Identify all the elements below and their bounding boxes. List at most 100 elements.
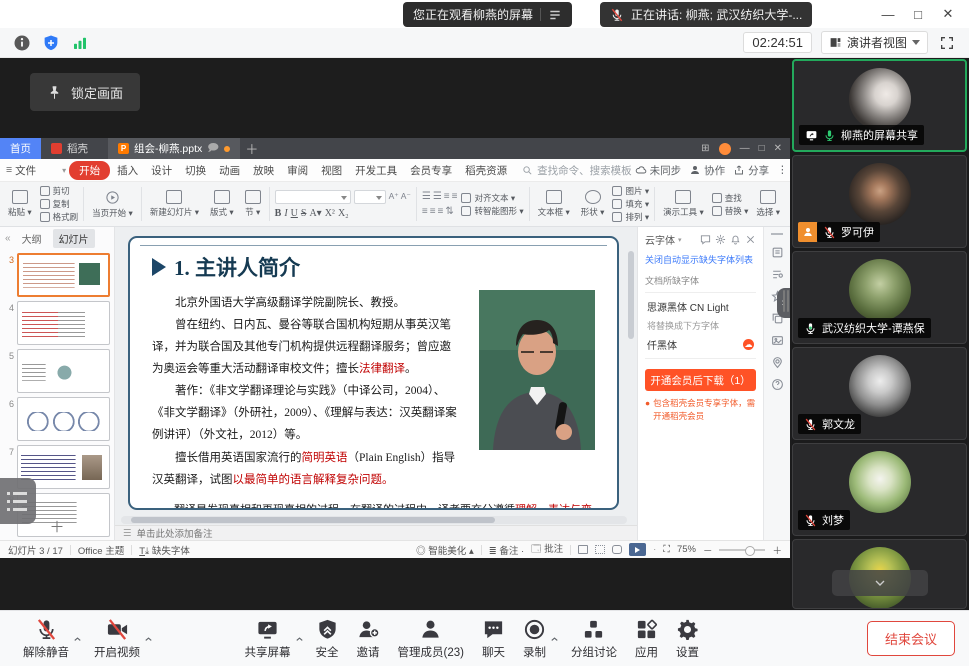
scroll-more-button[interactable] xyxy=(832,570,928,596)
format-painter-button[interactable]: 格式刷 xyxy=(40,211,79,223)
vertical-scrollbar[interactable] xyxy=(628,251,634,339)
line-spacing-icon[interactable]: ⇅ xyxy=(445,206,452,217)
toolbar-cam-muted-button[interactable]: 开启视频 xyxy=(85,618,149,660)
help-icon[interactable] xyxy=(771,378,784,391)
collab-button[interactable]: 协作 xyxy=(689,163,725,178)
wps-account-avatar[interactable] xyxy=(719,143,731,155)
sorter-view-icon[interactable] xyxy=(595,545,605,554)
textbox-button[interactable]: 文本框 ▾ xyxy=(535,190,573,218)
caret-up-icon[interactable] xyxy=(72,632,83,645)
notes-toggle[interactable]: ≣ 备注 · xyxy=(489,543,524,557)
caret-up-icon[interactable] xyxy=(549,632,560,645)
wps-tab-document[interactable]: P 组会-柳燕.pptx 🗩 xyxy=(108,138,240,159)
zoom-in-button[interactable]: ＋ xyxy=(772,543,782,557)
normal-view-icon[interactable] xyxy=(578,545,588,554)
section-button[interactable]: 节 ▾ xyxy=(242,190,264,218)
toolbar-apps-button[interactable]: 应用 xyxy=(626,618,667,660)
fill-button[interactable]: 填充 ▾ xyxy=(612,198,649,210)
caret-up-icon[interactable] xyxy=(143,632,154,645)
ribbon-tab-0[interactable]: 开始 xyxy=(69,161,110,180)
theme-name[interactable]: Office 主题 xyxy=(78,543,124,557)
toolbar-shield-button[interactable]: 安全 xyxy=(307,618,348,660)
view-mode-select[interactable]: 演讲者视图 xyxy=(821,31,928,54)
zoom-out-button[interactable]: － xyxy=(703,543,713,557)
ribbon-tab-3[interactable]: 切换 xyxy=(179,161,212,180)
smartart-button[interactable]: 转智能图形 ▾ xyxy=(461,205,523,217)
share-button[interactable]: 分享 xyxy=(733,163,769,178)
align-center-icon[interactable]: ≡ xyxy=(430,206,435,217)
wps-minimize-icon[interactable]: — xyxy=(740,143,750,154)
tab-slides[interactable]: 幻灯片 xyxy=(53,229,95,248)
toolbar-member-button[interactable]: 管理成员(23) xyxy=(389,618,473,660)
italic-button[interactable]: I xyxy=(284,208,287,219)
select-button[interactable]: 选择 ▾ xyxy=(753,190,783,218)
fit-window-icon[interactable]: ⛶ xyxy=(663,544,670,555)
collapse-panel-icon[interactable]: « xyxy=(5,233,11,244)
paste-button[interactable]: 粘贴 ▾ xyxy=(5,190,35,218)
toolbar-gear-button[interactable]: 设置 xyxy=(667,618,708,660)
close-icon[interactable]: ✕ xyxy=(933,0,963,28)
smart-beautify-button[interactable]: ◎ 智能美化 ▴ xyxy=(416,543,474,557)
superscript-button[interactable]: X² xyxy=(325,208,335,219)
tab-outline[interactable]: 大纲 xyxy=(16,229,48,248)
wps-close-icon[interactable]: ✕ xyxy=(774,143,782,154)
ribbon-tab-1[interactable]: 插入 xyxy=(111,161,144,180)
bullet-list-icon[interactable]: ☰ xyxy=(422,191,430,202)
wps-maximize-icon[interactable]: □ xyxy=(759,143,765,154)
slide-thumbnail-3[interactable]: 3 xyxy=(0,251,114,299)
bell-icon[interactable] xyxy=(730,234,741,245)
missing-font-item[interactable]: 思源黑体 CN Light 将替换成下方字体 仟黑体 ☁ xyxy=(645,292,756,359)
strip-handle[interactable] xyxy=(771,233,783,235)
download-fonts-button[interactable]: 开通会员后下载（1） xyxy=(645,369,756,391)
new-tab-button[interactable]: ＋ xyxy=(240,138,264,159)
indent-icon[interactable]: ≡ xyxy=(444,191,449,202)
toolbar-share-screen-button[interactable]: 共享屏幕 xyxy=(236,618,300,660)
slide-canvas[interactable]: 1. 主讲人简介 北京外国语大学高级翻译学院副院长、教授。曾在纽约、日内瓦、曼谷… xyxy=(115,227,637,540)
feedback-icon[interactable] xyxy=(700,234,711,245)
cut-button[interactable]: 剪切 xyxy=(40,185,79,197)
grid-icon[interactable]: ⊞ xyxy=(701,143,709,154)
participant-tile-0[interactable]: 柳燕的屏幕共享 xyxy=(792,59,967,152)
network-signal-icon[interactable] xyxy=(70,33,90,53)
ribbon-tab-7[interactable]: 视图 xyxy=(315,161,348,180)
file-menu[interactable]: ≡文件 xyxy=(6,163,41,178)
animation-icon[interactable] xyxy=(771,268,784,281)
participant-tile-3[interactable]: 郭文龙 xyxy=(792,347,967,440)
close-panel-icon[interactable] xyxy=(745,234,756,245)
present-tools-button[interactable]: 演示工具 ▾ xyxy=(660,190,707,218)
subscript-button[interactable]: X₂ xyxy=(338,208,349,219)
number-list-icon[interactable]: ☰ xyxy=(433,191,441,202)
outdent-icon[interactable]: ≡ xyxy=(452,191,457,202)
slide-thumbnail-5[interactable]: 5 xyxy=(0,347,114,395)
command-search[interactable]: 查找命令、搜索模板 xyxy=(522,163,632,178)
ribbon-tab-8[interactable]: 开发工具 xyxy=(349,161,403,180)
slide-thumbnail-6[interactable]: 6 xyxy=(0,395,114,443)
ribbon-tab-9[interactable]: 会员专享 xyxy=(404,161,458,180)
participant-tile-1[interactable]: 罗可伊 xyxy=(792,155,967,248)
toolbar-chat-button[interactable]: 聊天 xyxy=(473,618,514,660)
align-right-icon[interactable]: ≡ xyxy=(438,206,443,217)
security-shield-icon[interactable] xyxy=(41,33,61,53)
more-menu-icon[interactable]: ⋮ xyxy=(777,164,788,176)
new-slide-button[interactable]: 新建幻灯片 ▾ xyxy=(147,190,202,218)
strike-button[interactable]: S xyxy=(301,208,307,219)
participant-tile-2[interactable]: 武汉纺织大学-谭燕保 xyxy=(792,251,967,344)
watching-banner[interactable]: 您正在观看柳燕的屏幕 xyxy=(403,2,572,27)
play-from-page-button[interactable]: 当页开始 ▾ xyxy=(89,190,136,219)
bold-button[interactable]: B xyxy=(275,208,282,219)
ribbon-tab-6[interactable]: 审阅 xyxy=(281,161,314,180)
close-auto-show-link[interactable]: 关闭自动显示缺失字体列表 xyxy=(645,253,756,266)
copy-button[interactable]: 复制 xyxy=(40,198,79,210)
wps-tab-home[interactable]: 首页 xyxy=(0,138,41,159)
read-view-icon[interactable] xyxy=(612,545,622,554)
minimize-icon[interactable]: — xyxy=(873,0,903,28)
replace-button[interactable]: 替换 ▾ xyxy=(712,205,749,217)
horizontal-scrollbar[interactable] xyxy=(121,516,627,524)
info-icon[interactable] xyxy=(12,33,32,53)
underline-button[interactable]: U xyxy=(291,208,298,219)
slide-thumbnail-4[interactable]: 4 xyxy=(0,299,114,347)
align-left-icon[interactable]: ≡ xyxy=(422,206,427,217)
toolbar-breakout-button[interactable]: 分组讨论 xyxy=(562,618,626,660)
font-color-button[interactable]: A▾ xyxy=(309,208,321,219)
fullscreen-icon[interactable] xyxy=(937,33,957,53)
